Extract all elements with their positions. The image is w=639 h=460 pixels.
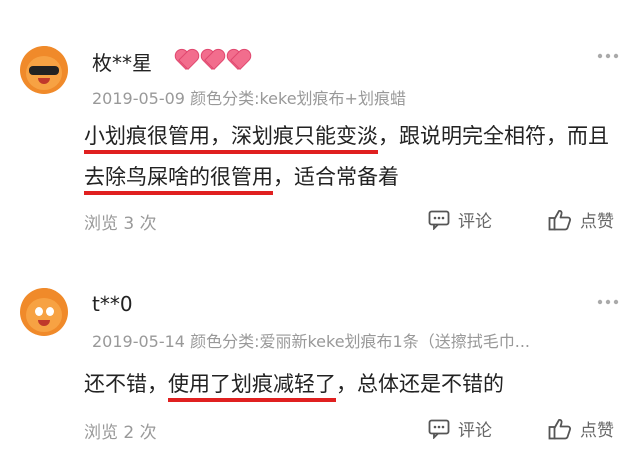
member-badge [174, 48, 250, 70]
like-button[interactable]: 点赞 [548, 207, 614, 232]
avatar-eye [46, 307, 54, 316]
like-label: 点赞 [580, 212, 614, 232]
highlighted-text: 使用了划痕减轻了 [168, 372, 336, 402]
like-label: 点赞 [580, 421, 614, 441]
review-content: 小划痕很管用，深划痕只能变淡，跟说明完全相符，而且去除鸟屎啥的很管用，适合常备着 [84, 116, 624, 198]
comment-icon [428, 210, 450, 230]
comment-button[interactable]: 评论 [428, 416, 492, 441]
thumbs-up-icon [548, 209, 572, 230]
thumbs-up-icon [548, 418, 572, 439]
review-text: ，跟说明完全相符，而且 [378, 124, 609, 148]
avatar[interactable] [20, 288, 68, 336]
username: 枚**星 [92, 51, 152, 75]
review-content: 还不错，使用了划痕减轻了，总体还是不错的 [84, 364, 624, 405]
view-count: 浏览 3 次 [84, 214, 157, 234]
more-dots-icon[interactable] [597, 286, 619, 310]
comment-button[interactable]: 评论 [428, 207, 492, 232]
heart-icon [200, 48, 224, 70]
review-variant: 颜色分类:keke划痕布+划痕蜡 [190, 89, 406, 108]
highlighted-text: 去除鸟屎啥的很管用 [84, 165, 273, 195]
more-dots-icon[interactable] [597, 40, 619, 64]
comment-label: 评论 [458, 212, 492, 232]
comment-icon [428, 419, 450, 439]
view-count: 浏览 2 次 [84, 423, 157, 443]
avatar-eye [35, 307, 43, 316]
avatar[interactable] [20, 46, 68, 94]
heart-icon [226, 48, 250, 70]
like-button[interactable]: 点赞 [548, 416, 614, 441]
username: t**0 [92, 292, 133, 316]
review-variant: 颜色分类:爱丽新keke划痕布1条（送擦拭毛巾... [190, 332, 530, 351]
review-date: 2019-05-14 [92, 332, 185, 351]
review-text: ，总体还是不错的 [336, 372, 504, 396]
review-meta: 2019-05-14 颜色分类:爱丽新keke划痕布1条（送擦拭毛巾... [92, 328, 622, 352]
review-meta: 2019-05-09 颜色分类:keke划痕布+划痕蜡 [92, 85, 622, 109]
avatar-sunglasses [29, 66, 59, 75]
review-text: ，适合常备着 [273, 165, 399, 189]
review-item: 枚**星 2019-05-09 颜色分类:keke划痕布+划痕蜡 小划痕很管用，… [0, 0, 639, 250]
avatar-face [26, 298, 62, 332]
review-text: 还不错， [84, 372, 168, 396]
review-item: t**0 2019-05-14 颜色分类:爱丽新keke划痕布1条（送擦拭毛巾.… [0, 262, 639, 460]
review-date: 2019-05-09 [92, 89, 185, 108]
heart-icon [174, 48, 198, 70]
highlighted-text: 小划痕很管用，深划痕只能变淡 [84, 124, 378, 154]
comment-label: 评论 [458, 421, 492, 441]
